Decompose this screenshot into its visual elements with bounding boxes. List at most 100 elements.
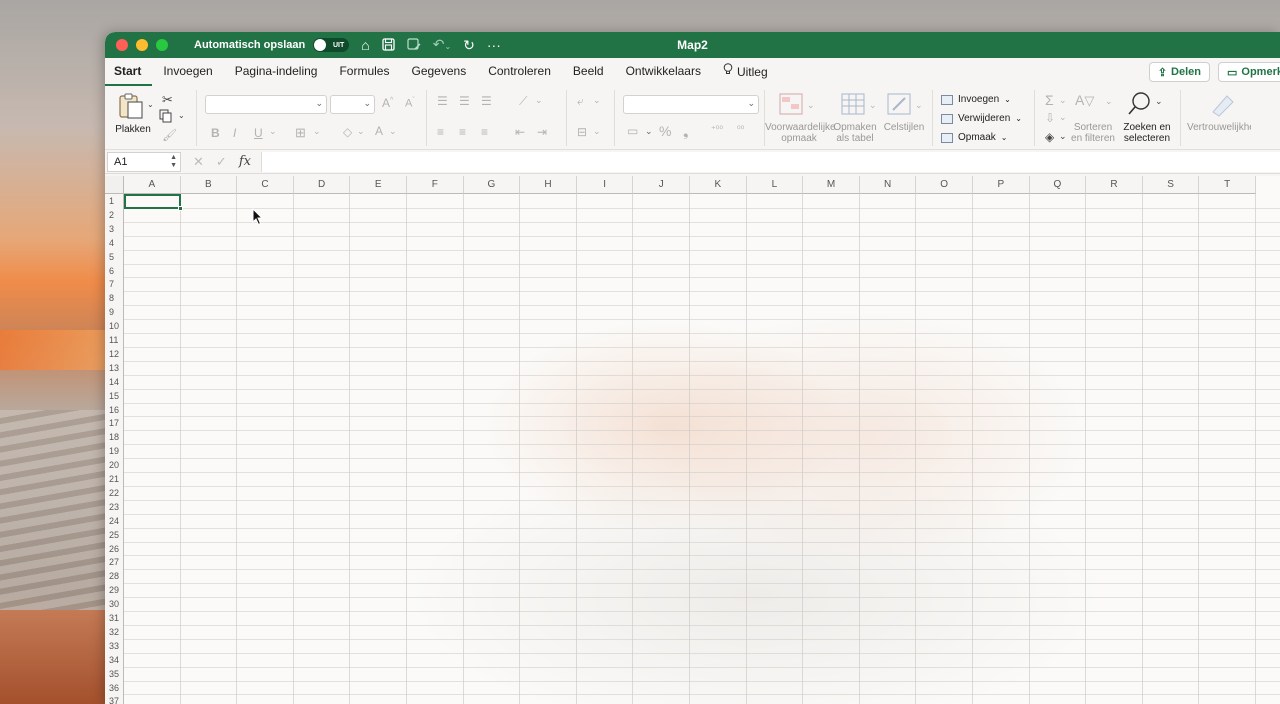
row-header[interactable]: 18 — [105, 430, 124, 445]
increase-font-icon[interactable]: A^ — [382, 96, 393, 110]
copy-dropdown-icon[interactable]: ⌄ — [178, 111, 185, 120]
column-header[interactable]: I — [576, 176, 634, 194]
minimize-window-button[interactable] — [136, 39, 148, 51]
row-header[interactable]: 19 — [105, 444, 124, 459]
tab-uitleg[interactable]: Uitleg — [712, 58, 779, 86]
confirm-entry-icon[interactable]: ✓ — [216, 154, 227, 170]
decrease-indent-icon[interactable]: ⇤ — [515, 125, 525, 139]
accounting-dropdown-icon[interactable]: ⌄ — [645, 126, 653, 137]
align-right-icon[interactable]: ≡ — [481, 125, 488, 139]
cut-icon[interactable]: ✂ — [162, 92, 173, 108]
search-icon[interactable] — [1127, 91, 1153, 120]
format-as-table-icon[interactable] — [841, 93, 867, 120]
row-header[interactable]: 23 — [105, 499, 124, 514]
align-bottom-icon[interactable]: ☰ — [481, 94, 492, 108]
sensitivity-icon[interactable] — [1209, 92, 1235, 121]
format-as-table-dropdown-icon[interactable]: ⌄ — [869, 100, 877, 111]
row-header[interactable]: 33 — [105, 638, 124, 653]
row-header[interactable]: 3 — [105, 221, 124, 236]
row-header[interactable]: 4 — [105, 235, 124, 250]
orientation-dropdown-icon[interactable]: ⌄ — [535, 95, 543, 106]
row-header[interactable]: 27 — [105, 555, 124, 570]
name-box-spinner-icon[interactable]: ▲ ▼ — [170, 154, 177, 170]
align-center-icon[interactable]: ≡ — [459, 125, 466, 139]
row-header[interactable]: 15 — [105, 388, 124, 403]
undo-icon[interactable]: ↶⌄ — [433, 37, 451, 54]
row-header[interactable]: 36 — [105, 680, 124, 695]
close-window-button[interactable] — [116, 39, 128, 51]
cell-styles-dropdown-icon[interactable]: ⌄ — [915, 100, 923, 111]
column-header[interactable]: Q — [1029, 176, 1087, 194]
underline-dropdown-icon[interactable]: ⌄ — [269, 126, 277, 137]
cell-styles-icon[interactable] — [887, 93, 913, 120]
clear-dropdown-icon[interactable]: ⌄ — [1059, 131, 1067, 142]
select-all-corner[interactable] — [105, 176, 124, 194]
row-header[interactable]: 21 — [105, 472, 124, 486]
eraser-icon[interactable]: ◈ — [1045, 130, 1054, 144]
column-header[interactable]: O — [916, 176, 973, 194]
comma-style-icon[interactable]: ❟ — [683, 123, 689, 140]
align-top-icon[interactable]: ☰ — [437, 94, 448, 108]
merge-dropdown-icon[interactable]: ⌄ — [593, 126, 601, 137]
format-painter-icon[interactable]: 🖌 — [162, 128, 177, 142]
cancel-entry-icon[interactable]: ✕ — [193, 154, 204, 170]
name-box[interactable]: A1 ▲ ▼ — [107, 151, 181, 172]
column-header[interactable]: S — [1142, 176, 1200, 194]
font-color-dropdown-icon[interactable]: ⌄ — [389, 126, 397, 137]
row-header[interactable]: 2 — [105, 207, 124, 222]
paste-dropdown-icon[interactable]: ⌄ — [147, 100, 154, 109]
row-header[interactable]: 8 — [105, 291, 124, 306]
sort-filter-dropdown-icon[interactable]: ⌄ — [1105, 96, 1113, 107]
font-color-icon[interactable]: A — [375, 124, 383, 138]
tab-invoegen[interactable]: Invoegen — [152, 58, 223, 86]
more-icon[interactable]: ··· — [487, 38, 501, 52]
wrap-dropdown-icon[interactable]: ⌄ — [593, 95, 601, 106]
tab-start[interactable]: Start — [105, 58, 153, 86]
comments-button[interactable]: ▭ Opmerkingen — [1218, 62, 1280, 82]
borders-icon[interactable]: ⊞ — [295, 125, 306, 141]
wrap-text-icon[interactable]: ⤶ — [577, 94, 584, 109]
number-format-select[interactable]: ⌄ — [623, 95, 759, 114]
autosave-toggle[interactable]: UIT — [313, 38, 350, 52]
bold-icon[interactable]: B — [211, 126, 220, 140]
orientation-icon[interactable]: ⟋ — [519, 94, 527, 109]
row-header[interactable]: 11 — [105, 333, 124, 347]
column-header[interactable]: E — [350, 176, 407, 194]
row-header[interactable]: 34 — [105, 652, 124, 667]
row-header[interactable]: 16 — [105, 402, 124, 417]
row-header[interactable]: 14 — [105, 374, 124, 389]
row-header[interactable]: 37 — [105, 694, 124, 704]
share-button[interactable]: ⇪ Delen — [1148, 62, 1210, 82]
row-header[interactable]: 31 — [105, 611, 124, 625]
fill-dropdown-icon[interactable]: ⌄ — [357, 126, 365, 137]
row-header[interactable]: 10 — [105, 319, 124, 334]
zoom-window-button[interactable] — [156, 39, 168, 51]
column-header[interactable]: D — [293, 176, 351, 194]
font-name-select[interactable]: ⌄ — [205, 95, 327, 114]
column-header[interactable]: T — [1199, 176, 1256, 194]
home-icon[interactable]: ⌂ — [361, 38, 369, 52]
column-header[interactable]: G — [463, 176, 521, 194]
decrease-font-icon[interactable]: Aˇ — [405, 97, 415, 110]
column-header[interactable]: M — [803, 176, 860, 194]
column-header[interactable]: R — [1086, 176, 1143, 194]
save-icon[interactable] — [382, 37, 395, 53]
column-header[interactable]: H — [520, 176, 577, 194]
row-header[interactable]: 26 — [105, 541, 124, 556]
column-header[interactable]: K — [690, 176, 747, 194]
column-header[interactable]: F — [407, 176, 464, 194]
row-header[interactable]: 28 — [105, 569, 124, 584]
worksheet[interactable]: A B C D E F G H I J K L M N O P Q R S T 1 2 3 4 5 6 7 8 9 10 11 12 13 14 1… — [105, 176, 1280, 704]
formula-input[interactable] — [260, 151, 1280, 172]
row-header[interactable]: 12 — [105, 346, 124, 361]
column-header[interactable]: A — [124, 176, 181, 194]
accounting-format-icon[interactable]: ▭ — [627, 124, 638, 138]
column-header[interactable]: L — [746, 176, 804, 194]
autosum-icon[interactable]: Σ — [1045, 92, 1054, 108]
percent-icon[interactable]: % — [659, 123, 671, 139]
row-header[interactable]: 9 — [105, 305, 124, 320]
row-header[interactable]: 20 — [105, 458, 124, 473]
column-header[interactable]: B — [180, 176, 238, 194]
conditional-formatting-dropdown-icon[interactable]: ⌄ — [807, 100, 815, 111]
sort-filter-icon[interactable]: A▽ — [1075, 92, 1094, 109]
